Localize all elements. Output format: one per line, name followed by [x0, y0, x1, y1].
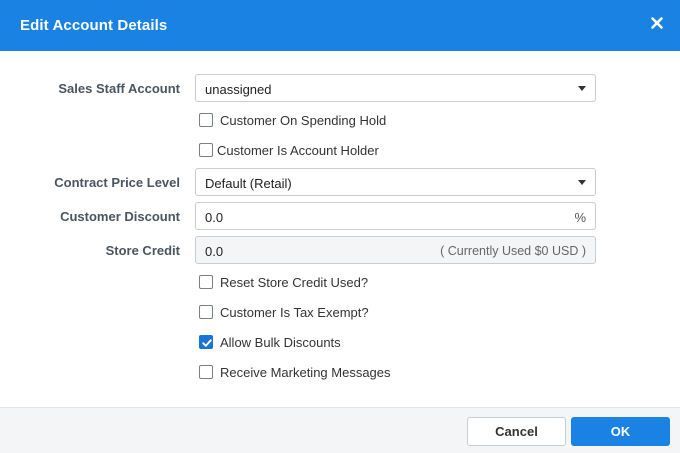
- sales-staff-select[interactable]: unassigned: [195, 74, 596, 102]
- marketing-label: Receive Marketing Messages: [220, 365, 391, 380]
- cancel-button[interactable]: Cancel: [467, 417, 566, 446]
- checkbox-box[interactable]: [199, 143, 213, 157]
- bulk-discounts-label: Allow Bulk Discounts: [220, 335, 341, 350]
- contract-price-select[interactable]: Default (Retail): [195, 168, 596, 196]
- reset-credit-label: Reset Store Credit Used?: [220, 275, 369, 290]
- store-credit-input[interactable]: 0.0 ( Currently Used $0 USD ): [195, 236, 596, 264]
- ok-button[interactable]: OK: [571, 417, 670, 446]
- checkbox-box[interactable]: [199, 275, 213, 289]
- contract-price-label: Contract Price Level: [54, 175, 180, 190]
- sales-staff-value: unassigned: [205, 82, 272, 97]
- store-credit-label: Store Credit: [105, 243, 180, 258]
- discount-value: 0.0: [205, 210, 224, 225]
- dialog-title: Edit Account Details: [20, 17, 168, 34]
- discount-label: Customer Discount: [60, 209, 180, 224]
- store-credit-used-hint: ( Currently Used $0 USD ): [440, 244, 586, 258]
- spending-hold-label: Customer On Spending Hold: [220, 113, 387, 128]
- sales-staff-label: Sales Staff Account: [58, 81, 180, 96]
- close-icon[interactable]: [650, 16, 664, 30]
- tax-exempt-label: Customer Is Tax Exempt?: [220, 305, 369, 320]
- contract-price-value: Default (Retail): [205, 176, 292, 191]
- checkbox-box[interactable]: [199, 335, 213, 349]
- checkmark-icon: [202, 339, 212, 347]
- checkbox-box[interactable]: [199, 113, 213, 127]
- percent-suffix: %: [574, 210, 586, 225]
- checkbox-box[interactable]: [199, 305, 213, 319]
- chevron-down-icon: [578, 180, 586, 185]
- account-holder-label: Customer Is Account Holder: [217, 143, 379, 158]
- checkbox-box[interactable]: [199, 365, 213, 379]
- chevron-down-icon: [578, 86, 586, 91]
- dialog-header: Edit Account Details: [0, 0, 680, 51]
- store-credit-value: 0.0: [205, 244, 224, 259]
- dialog-footer: Cancel OK: [0, 407, 680, 453]
- discount-input[interactable]: 0.0 %: [195, 202, 596, 230]
